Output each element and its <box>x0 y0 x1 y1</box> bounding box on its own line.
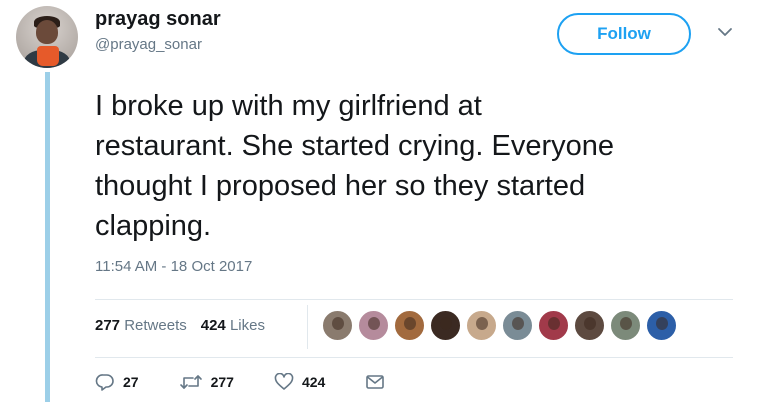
tweet-line: I broke up with my girlfriend at <box>95 90 482 122</box>
retweets-count: 277 <box>95 317 121 334</box>
reply-icon <box>95 374 114 391</box>
retweets-label: Retweets <box>124 317 187 334</box>
liker-avatar[interactable] <box>538 310 569 341</box>
liker-avatar[interactable] <box>322 310 353 341</box>
liker-avatar[interactable] <box>574 310 605 341</box>
stats-top-divider <box>95 299 733 300</box>
direct-message-action[interactable] <box>365 374 393 390</box>
avatar-face <box>36 20 58 44</box>
like-action[interactable]: 424 <box>274 373 325 391</box>
avatar-cup <box>37 46 59 66</box>
avatar[interactable] <box>16 6 78 68</box>
liker-avatar[interactable] <box>466 310 497 341</box>
liker-avatar[interactable] <box>502 310 533 341</box>
liker-avatar[interactable] <box>610 310 641 341</box>
reply-count: 27 <box>123 374 139 390</box>
follow-button[interactable]: Follow <box>557 13 691 55</box>
tweet-line: restaurant. She started crying. Everyone <box>95 130 615 162</box>
display-name[interactable]: prayag sonar <box>95 8 221 31</box>
stats-bottom-divider <box>95 357 733 358</box>
liker-avatar[interactable] <box>430 310 461 341</box>
like-count: 424 <box>301 374 326 390</box>
retweet-icon <box>179 375 202 389</box>
likes-stat[interactable]: 424 Likes <box>201 317 265 334</box>
tweet-line: thought I proposed her so they started <box>95 170 586 202</box>
liker-avatar[interactable] <box>358 310 389 341</box>
liker-avatar[interactable] <box>394 310 425 341</box>
tweet-text: I broke up with my girlfriend at restaur… <box>95 86 745 246</box>
liker-avatars <box>322 310 682 341</box>
user-handle[interactable]: @prayag_sonar <box>95 36 202 53</box>
stats-separator <box>307 305 308 349</box>
retweet-action[interactable]: 277 <box>179 373 234 391</box>
retweet-count: 277 <box>210 374 234 390</box>
tweet-line: clapping. <box>95 210 212 242</box>
tweet-actions: 27 277 424 <box>95 373 433 391</box>
envelope-icon <box>366 375 385 389</box>
likes-count: 424 <box>200 317 226 334</box>
heart-icon <box>274 373 294 390</box>
chevron-down-icon[interactable] <box>717 26 733 38</box>
engagement-stats: 277 Retweets 424 Likes <box>95 317 279 334</box>
liker-avatar[interactable] <box>646 310 677 341</box>
thread-line <box>45 72 50 402</box>
reply-action[interactable]: 27 <box>95 373 139 391</box>
likes-label: Likes <box>229 317 265 334</box>
tweet-timestamp[interactable]: 11:54 AM - 18 Oct 2017 <box>95 258 252 275</box>
retweets-stat[interactable]: 277 Retweets <box>95 317 187 334</box>
